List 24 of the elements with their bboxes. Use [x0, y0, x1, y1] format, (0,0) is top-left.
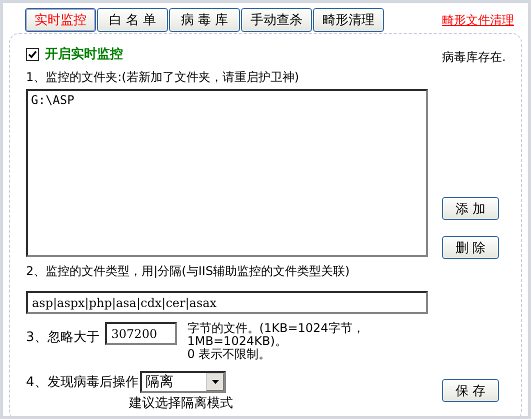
size-note: 0 表示不限制。	[187, 348, 272, 361]
action-hint: 建议选择隔离模式	[129, 395, 234, 412]
caret-icon	[212, 380, 219, 384]
tab[interactable]: 白 名 单	[97, 8, 168, 32]
tab[interactable]: 手动查杀	[241, 8, 312, 32]
action-label: 4、发现病毒后操作	[26, 374, 138, 391]
action-dropdown[interactable]: 隔离	[140, 371, 226, 393]
folder-list[interactable]: G:\ASP	[26, 89, 428, 257]
checkbox[interactable]	[26, 48, 39, 60]
delete-button[interactable]: 删 除	[442, 236, 499, 259]
size-field[interactable]: 307200	[105, 322, 178, 345]
save-button[interactable]: 保 存	[442, 379, 499, 402]
add-button[interactable]: 添 加	[442, 197, 499, 220]
tab[interactable]: 病 毒 库	[169, 8, 240, 32]
folders-label: 1、监控的文件夹:(若新加了文件夹，请重启护卫神)	[26, 69, 300, 86]
status-text: 病毒库存在.	[442, 49, 506, 66]
tab[interactable]: 实时监控	[25, 8, 96, 32]
cleanup-link[interactable]: 畸形文件清理	[442, 12, 514, 28]
tab[interactable]: 畸形清理	[313, 8, 384, 32]
ignore-label: 3、忽略大于	[26, 329, 100, 346]
file-types-label: 2、监控的文件类型，用|分隔(与IIS辅助监控的文件类型关联)	[26, 263, 351, 280]
checkbox-label: 开启实时监控	[45, 46, 123, 63]
size-note: 字节的文件。(1KB=1024字节，1MB=1024KB)。	[187, 322, 366, 348]
file-types-field[interactable]: asp|aspx|php|asa|cdx|cer|asax	[26, 291, 428, 314]
